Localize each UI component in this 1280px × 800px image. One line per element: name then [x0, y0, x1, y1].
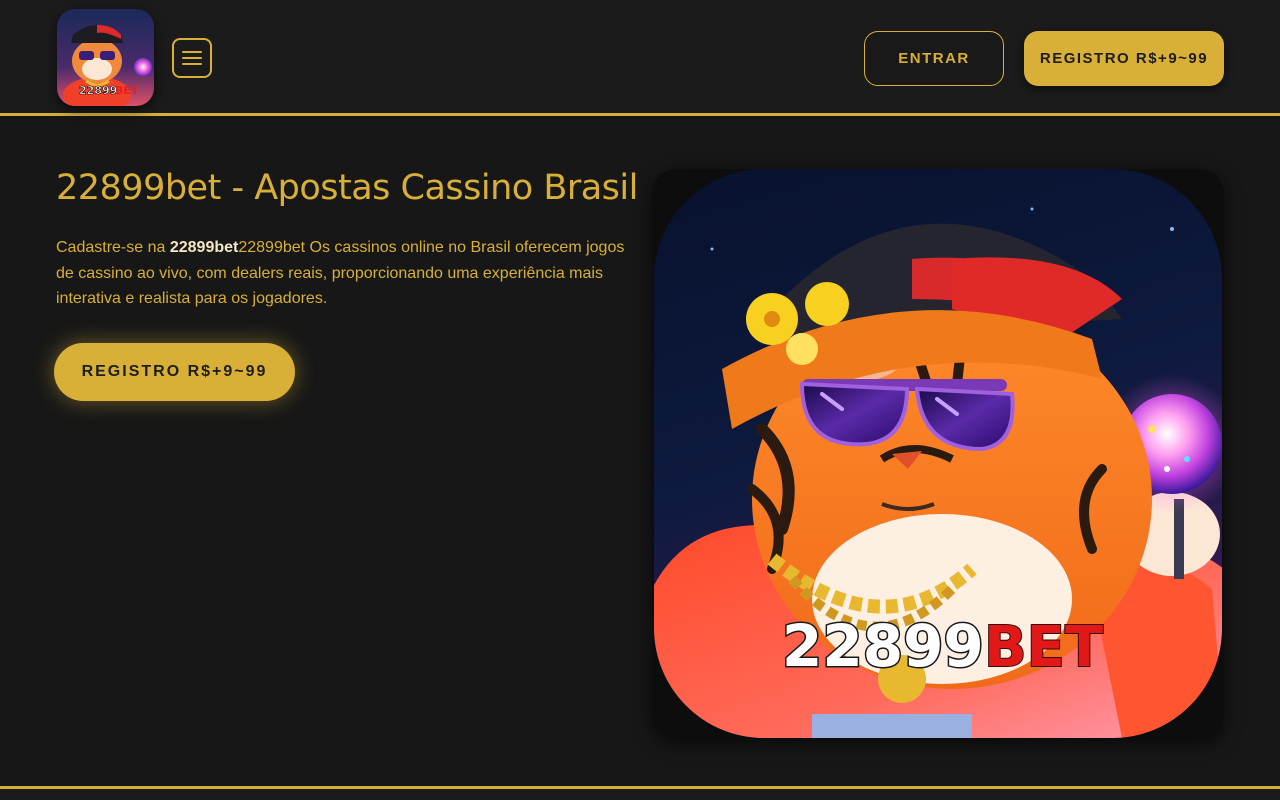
- svg-text:BET: BET: [984, 615, 1103, 680]
- hamburger-menu-icon: [182, 51, 202, 53]
- site-header: 22899 BET ENTRAR REGISTRO R$+9~99: [0, 0, 1280, 116]
- hamburger-menu-icon-bar: [182, 63, 202, 65]
- hero-description-brand: 22899bet: [169, 239, 239, 256]
- svg-text:22899: 22899: [782, 612, 984, 680]
- hero-description: Cadastre-se na 22899bet22899bet Os cassi…: [56, 235, 626, 312]
- hero-register-button[interactable]: REGISTRO R$+9~99: [54, 343, 295, 401]
- hero-description-prefix: Cadastre-se na: [56, 239, 170, 256]
- svg-text:BET: BET: [115, 84, 139, 97]
- register-button[interactable]: REGISTRO R$+9~99: [1024, 31, 1224, 86]
- footer-strip: [0, 789, 1280, 800]
- hero-tiger-image: 22899 BET: [652, 169, 1224, 738]
- site-logo[interactable]: 22899 BET: [57, 9, 154, 106]
- hamburger-menu-button[interactable]: [172, 38, 212, 78]
- login-button[interactable]: ENTRAR: [864, 31, 1004, 86]
- hamburger-menu-icon-bar: [182, 57, 202, 59]
- tiger-logo-image: 22899 BET: [57, 9, 154, 106]
- svg-text:22899: 22899: [79, 84, 117, 97]
- page-title: 22899bet - Apostas Cassino Brasil: [56, 168, 638, 208]
- tiger-mascot-illustration: 22899 BET: [654, 169, 1222, 738]
